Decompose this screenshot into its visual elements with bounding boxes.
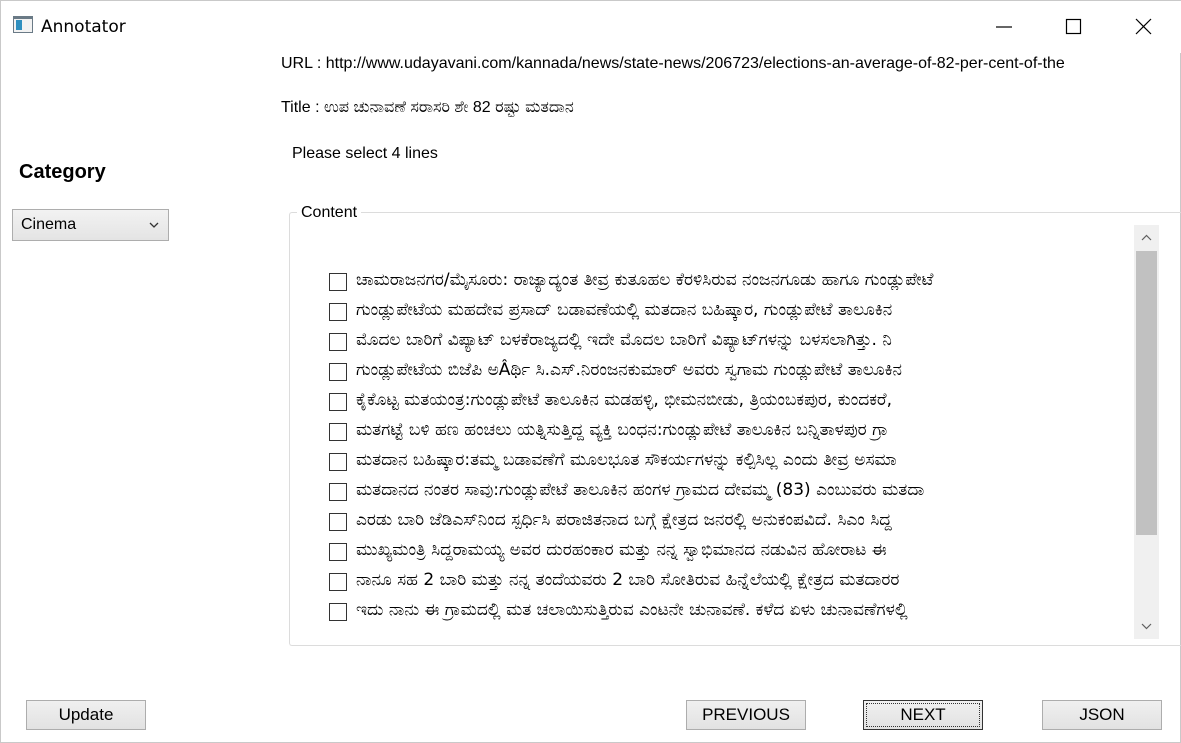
content-line-item[interactable]: ಚಾಮರಾಜನಗರ/ಮೈಸೂರು: ರಾಜ್ಯಾದ್ಯಂತ ತೀವ್ರ ಕುತೂ…: [321, 266, 1132, 296]
content-lines-list: ಚಾಮರಾಜನಗರ/ಮೈಸೂರು: ರಾಜ್ಯಾದ್ಯಂತ ತೀವ್ರ ಕುತೂ…: [321, 264, 1132, 634]
line-checkbox[interactable]: [329, 423, 347, 441]
line-text: ಮುಖ್ಯಮಂತ್ರಿ ಸಿದ್ದರಾಮಯ್ಯ ಅವರ ದುರಹಂಕಾರ ಮತ್…: [356, 540, 887, 560]
vertical-scrollbar[interactable]: [1134, 225, 1159, 639]
minimize-button[interactable]: [969, 1, 1039, 51]
line-checkbox[interactable]: [329, 513, 347, 531]
line-checkbox[interactable]: [329, 483, 347, 501]
line-checkbox[interactable]: [329, 363, 347, 381]
line-text: ನಾನೂ ಸಹ 2 ಬಾರಿ ಮತ್ತು ನನ್ನ ತಂದೆಯವರು 2 ಬಾರ…: [356, 570, 900, 590]
content-line-item[interactable]: ಇದು ನಾನು ಈ ಗ್ರಾಮದಲ್ಲಿ ಮತ ಚಲಾಯಿಸುತ್ತಿರುವ …: [321, 596, 1132, 626]
maximize-button[interactable]: [1039, 1, 1109, 51]
line-text: ಚಾಮರಾಜನಗರ/ಮೈಸೂರು: ರಾಜ್ಯಾದ್ಯಂತ ತೀವ್ರ ಕುತೂ…: [356, 270, 934, 290]
line-text: ಮತದಾನದ ನಂತರ ಸಾವು:ಗುಂಡ್ಲುಪೇಟೆ ತಾಲೂಕಿನ ಹಂಗ…: [356, 480, 925, 500]
article-title: Title : ಉಪ ಚುನಾವಣೆ ಸರಾಸರಿ ಶೇ 82 ರಷ್ಟು ಮತ…: [281, 99, 574, 116]
line-checkbox[interactable]: [329, 273, 347, 291]
line-text: ಮತಗಟ್ಟೆ ಬಳಿ ಹಣ ಹಂಚಲು ಯತ್ನಿಸುತ್ತಿದ್ದ ವ್ಯಕ…: [356, 420, 889, 440]
line-checkbox[interactable]: [329, 573, 347, 591]
line-checkbox[interactable]: [329, 603, 347, 621]
content-line-item[interactable]: ಗುಂಡ್ಲುಪೇಟೆಯ ಮಹದೇವ ಪ್ರಸಾದ್ ಬಡಾವಣೆಯಲ್ಲಿ ಮ…: [321, 296, 1132, 326]
title-bar: Annotator: [1, 1, 1181, 53]
line-text: ಮೊದಲ ಬಾರಿಗೆ ವಿಪ್ಯಾಟ್ ಬಳಕೆರಾಜ್ಯದಲ್ಲಿ ಇದೇ …: [356, 330, 892, 350]
article-url: URL : http://www.udayavani.com/kannada/n…: [281, 55, 1065, 72]
minimize-icon: [996, 26, 1012, 28]
line-text: ಎರಡು ಬಾರಿ ಜೆಡಿಎಸ್‌ನಿಂದ ಸ್ಪರ್ಧಿಸಿ ಪರಾಜಿತನ…: [356, 510, 892, 530]
json-button[interactable]: JSON: [1042, 700, 1162, 730]
chevron-down-icon: [149, 222, 159, 228]
category-selected-value: Cinema: [21, 216, 77, 233]
line-text: ಇದು ನಾನು ಈ ಗ್ರಾಮದಲ್ಲಿ ಮತ ಚಲಾಯಿಸುತ್ತಿರುವ …: [356, 600, 908, 620]
content-line-item[interactable]: ಕೈಕೊಟ್ಟ ಮತಯಂತ್ರ:ಗುಂಡ್ಲುಪೇಟೆ ತಾಲೂಕಿನ ಮಡಹಳ…: [321, 386, 1132, 416]
selection-prompt: Please select 4 lines: [292, 145, 438, 162]
content-line-item[interactable]: ಮೊದಲ ಬಾರಿಗೆ ವಿಪ್ಯಾಟ್ ಬಳಕೆರಾಜ್ಯದಲ್ಲಿ ಇದೇ …: [321, 326, 1132, 356]
annotator-window: Annotator URL : http://www.udayavani.com…: [0, 0, 1181, 743]
line-text: ಗುಂಡ್ಲುಪೇಟೆಯ ಮಹದೇವ ಪ್ರಸಾದ್ ಬಡಾವಣೆಯಲ್ಲಿ ಮ…: [356, 300, 893, 320]
content-line-item[interactable]: ಮುಖ್ಯಮಂತ್ರಿ ಸಿದ್ದರಾಮಯ್ಯ ಅವರ ದುರಹಂಕಾರ ಮತ್…: [321, 536, 1132, 566]
content-line-item[interactable]: ನಾನೂ ಸಹ 2 ಬಾರಿ ಮತ್ತು ನನ್ನ ತಂದೆಯವರು 2 ಬಾರ…: [321, 566, 1132, 596]
update-button[interactable]: Update: [26, 700, 146, 730]
line-checkbox[interactable]: [329, 393, 347, 411]
content-line-item[interactable]: ಗುಂಡ್ಲುಪೇಟೆಯ ಬಿಜೆಪಿ ಅÂರ್ಥಿ ಸಿ.ಎಸ್.ನಿರಂಜನ…: [321, 356, 1132, 386]
line-text: ಕೈಕೊಟ್ಟ ಮತಯಂತ್ರ:ಗುಂಡ್ಲುಪೇಟೆ ತಾಲೂಕಿನ ಮಡಹಳ…: [356, 390, 893, 410]
window-title: Annotator: [41, 17, 126, 37]
line-checkbox[interactable]: [329, 333, 347, 351]
line-checkbox[interactable]: [329, 543, 347, 561]
scroll-up-button[interactable]: [1134, 225, 1159, 250]
content-legend: Content: [297, 204, 362, 222]
close-icon: [1135, 18, 1152, 35]
chevron-up-icon: [1141, 234, 1152, 241]
line-text: ಗುಂಡ್ಲುಪೇಟೆಯ ಬಿಜೆಪಿ ಅÂರ್ಥಿ ಸಿ.ಎಸ್.ನಿರಂಜನ…: [356, 360, 902, 380]
line-text: ಮತದಾನ ಬಹಿಷ್ಕಾರ:ತಮ್ಮ ಬಡಾವಣೆಗೆ ಮೂಲಭೂತ ಸೌಕರ…: [356, 450, 897, 470]
maximize-icon: [1065, 18, 1082, 35]
content-line-item[interactable]: ಮತದಾನ ಬಹಿಷ್ಕಾರ:ತಮ್ಮ ಬಡಾವಣೆಗೆ ಮೂಲಭೂತ ಸೌಕರ…: [321, 446, 1132, 476]
chevron-down-icon: [1141, 623, 1152, 630]
previous-button[interactable]: PREVIOUS: [686, 700, 806, 730]
content-line-item[interactable]: ಎರಡು ಬಾರಿ ಜೆಡಿಎಸ್‌ನಿಂದ ಸ್ಪರ್ಧಿಸಿ ಪರಾಜಿತನ…: [321, 506, 1132, 536]
category-label: Category: [19, 161, 106, 183]
content-line-item[interactable]: ಮತಗಟ್ಟೆ ಬಳಿ ಹಣ ಹಂಚಲು ಯತ್ನಿಸುತ್ತಿದ್ದ ವ್ಯಕ…: [321, 416, 1132, 446]
category-dropdown[interactable]: Cinema: [12, 209, 169, 241]
content-line-item[interactable]: ಮತದಾನದ ನಂತರ ಸಾವು:ಗುಂಡ್ಲುಪೇಟೆ ತಾಲೂಕಿನ ಹಂಗ…: [321, 476, 1132, 506]
next-button[interactable]: NEXT: [863, 700, 983, 730]
app-window-icon: [13, 16, 33, 33]
line-checkbox[interactable]: [329, 453, 347, 471]
scroll-down-button[interactable]: [1134, 614, 1159, 639]
scroll-thumb[interactable]: [1136, 251, 1157, 535]
line-checkbox[interactable]: [329, 303, 347, 321]
close-button[interactable]: [1109, 1, 1179, 51]
